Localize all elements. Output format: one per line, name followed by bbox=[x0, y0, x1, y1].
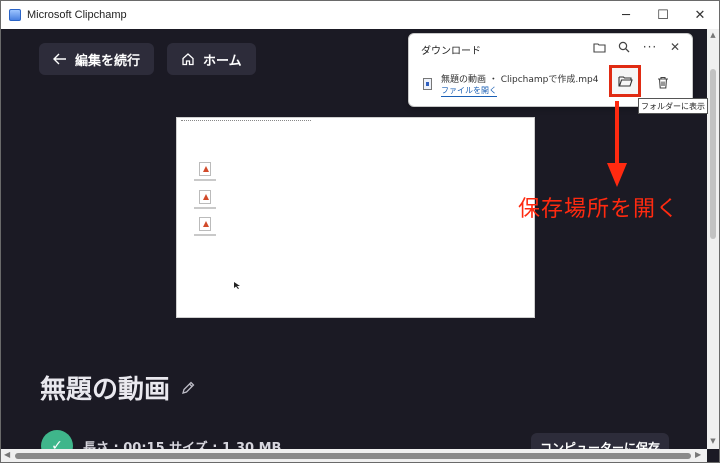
minimize-button[interactable]: ─ bbox=[609, 1, 643, 29]
video-title[interactable]: 無題の動画 bbox=[40, 369, 196, 406]
scroll-up-icon[interactable]: ▲ bbox=[709, 31, 717, 39]
continue-editing-button[interactable]: 編集を続行 bbox=[39, 43, 154, 75]
video-title-text: 無題の動画 bbox=[40, 375, 171, 405]
annotation-text: 保存場所を開く bbox=[518, 197, 680, 222]
video-file-icon bbox=[423, 78, 432, 90]
preview-file-icon bbox=[199, 190, 211, 204]
open-file-link[interactable]: ファイルを開く bbox=[441, 86, 497, 97]
close-window-button[interactable]: ✕ bbox=[683, 1, 717, 29]
preview-file-icon bbox=[199, 217, 211, 231]
scroll-left-icon[interactable]: ◀ bbox=[4, 450, 10, 459]
home-icon bbox=[182, 53, 194, 66]
close-downloads-icon[interactable]: ✕ bbox=[666, 38, 684, 56]
scroll-down-icon[interactable]: ▼ bbox=[709, 437, 717, 445]
home-label: ホーム bbox=[203, 53, 242, 69]
home-button[interactable]: ホーム bbox=[167, 43, 256, 75]
preview-file-icon bbox=[199, 162, 211, 176]
annotation-arrow-icon bbox=[607, 101, 627, 187]
download-file-name: 無題の動画 ・ Clipchampで作成.mp4 bbox=[441, 75, 599, 85]
folder-icon bbox=[617, 76, 633, 87]
preview-file-caption bbox=[194, 234, 216, 236]
downloads-header: ダウンロード bbox=[421, 46, 481, 57]
mouse-cursor-icon bbox=[234, 282, 240, 289]
show-in-folder-tooltip: フォルダーに表示 bbox=[638, 98, 708, 114]
pencil-icon[interactable] bbox=[180, 380, 196, 396]
title-bar: Microsoft Clipchamp ─ ☐ ✕ bbox=[1, 1, 719, 29]
preview-file-caption bbox=[194, 179, 216, 181]
horizontal-scrollbar[interactable]: ◀ ▶ bbox=[1, 449, 707, 462]
preview-file-caption bbox=[194, 207, 216, 209]
horizontal-scroll-thumb[interactable] bbox=[15, 453, 691, 459]
scroll-right-icon[interactable]: ▶ bbox=[695, 450, 701, 459]
more-options-icon[interactable]: ··· bbox=[641, 38, 659, 56]
vertical-scrollbar[interactable]: ▲ ▼ bbox=[707, 29, 719, 449]
downloads-panel: ダウンロード ··· ✕ 無題の動画 ・ Clipchampで作成.mp4 ファ… bbox=[408, 33, 693, 107]
search-icon[interactable] bbox=[615, 38, 633, 56]
delete-button[interactable] bbox=[652, 71, 674, 93]
window-title: Microsoft Clipchamp bbox=[27, 9, 127, 21]
trash-icon bbox=[658, 76, 668, 89]
app-window: Microsoft Clipchamp ─ ☐ ✕ 編集を続行 ホーム 無題の動… bbox=[0, 0, 720, 463]
preview-toolbar-line bbox=[181, 120, 311, 122]
continue-editing-label: 編集を続行 bbox=[75, 53, 141, 69]
clipchamp-app-icon bbox=[9, 9, 21, 21]
show-in-folder-button[interactable] bbox=[609, 65, 641, 97]
video-preview[interactable] bbox=[176, 117, 535, 318]
vertical-scroll-thumb[interactable] bbox=[710, 69, 716, 239]
open-downloads-folder-icon[interactable] bbox=[590, 38, 608, 56]
maximize-button[interactable]: ☐ bbox=[646, 1, 680, 29]
arrow-left-icon bbox=[53, 53, 66, 65]
